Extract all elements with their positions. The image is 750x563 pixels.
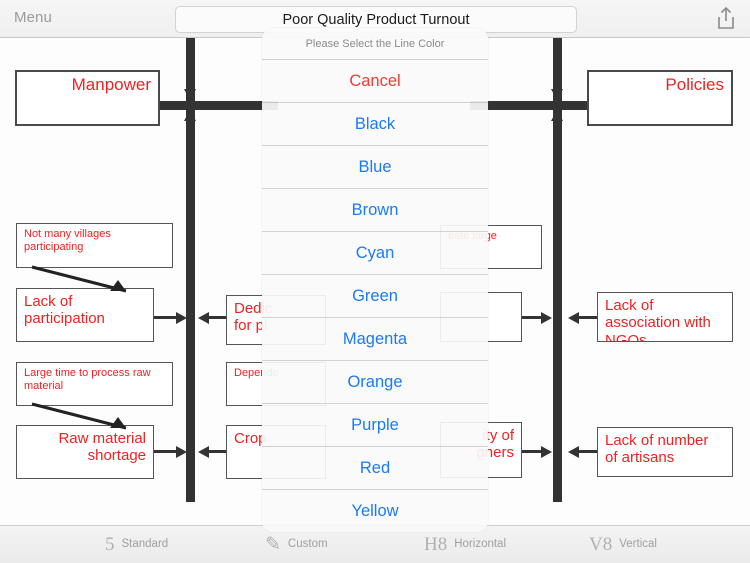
- cause-box-right-1-label: Lack of association with NGOs: [605, 297, 711, 342]
- action-sheet-option-label: Red: [359, 458, 391, 477]
- spine-arrow-right-down: [551, 89, 563, 100]
- line-color-action-sheet: Please Select the Line Color Cancel Black…: [262, 28, 488, 532]
- note-box-left-2-label: Large time to process raw material: [24, 367, 151, 392]
- spine-horizontal-left: [158, 101, 278, 110]
- action-sheet-options: Cancel Black Blue Brown Cyan Green Magenta Oran…: [262, 60, 488, 532]
- toolbar-item-vertical-label: Vertical: [619, 538, 657, 550]
- action-sheet-option-label: Cyan: [355, 243, 395, 262]
- toolbar-item-standard[interactable]: 5 Standard: [105, 530, 168, 558]
- toolbar-item-horizontal-label: Horizontal: [454, 538, 507, 550]
- diagonal-arrow-left-1: [31, 265, 127, 293]
- share-icon[interactable]: [714, 5, 738, 32]
- connector-arrow-right-inner-1: [541, 312, 552, 324]
- action-sheet-option-green[interactable]: Green: [262, 275, 488, 318]
- action-sheet-option-blue[interactable]: Blue: [262, 146, 488, 189]
- toolbar-item-standard-label: Standard: [121, 538, 169, 550]
- menu-button[interactable]: Menu: [14, 9, 52, 26]
- note-box-left-1-label: Not many villages participating: [24, 228, 111, 253]
- action-sheet-option-label: Brown: [351, 200, 399, 219]
- spine-arrow-right-up: [551, 110, 563, 121]
- connector-arrow-left-2: [176, 446, 187, 458]
- note-box-left-1[interactable]: Not many villages participating: [16, 223, 173, 268]
- toolbar-item-custom-label: Custom: [287, 538, 328, 550]
- connector-arrow-left-1: [176, 312, 187, 324]
- spine-arrow-left-up: [184, 110, 196, 121]
- connector-right-inner-2: [522, 450, 543, 453]
- cause-box-left-1-label: Lack of participation: [24, 293, 105, 328]
- share-icon-svg: [718, 6, 734, 29]
- cause-box-right-1[interactable]: Lack of association with NGOs: [597, 292, 733, 342]
- action-sheet-option-label: Yellow: [351, 501, 399, 520]
- note-box-left-2[interactable]: Large time to process raw material: [16, 362, 173, 406]
- toolbar-item-custom[interactable]: ✎ Custom: [265, 530, 328, 558]
- action-sheet-option-label: Green: [352, 286, 398, 305]
- action-sheet-option-label: Magenta: [342, 329, 408, 348]
- action-sheet-option-label: Orange: [347, 372, 403, 391]
- spine-vertical-right: [553, 37, 562, 502]
- spine-arrow-left-down: [184, 89, 196, 100]
- diagonal-arrow-left-2: [31, 402, 127, 430]
- toolbar-item-horizontal[interactable]: H8 Horizontal: [424, 530, 506, 558]
- connector-arrow-middle-1: [198, 312, 209, 324]
- action-sheet-option-label: Blue: [358, 157, 392, 176]
- action-sheet-option-yellow[interactable]: Yellow: [262, 490, 488, 532]
- spine-vertical-left: [186, 37, 195, 502]
- head-box-left[interactable]: Manpower: [15, 70, 160, 126]
- action-sheet-option-cyan[interactable]: Cyan: [262, 232, 488, 275]
- connector-arrow-right-2: [568, 446, 579, 458]
- spine-horizontal-right: [470, 101, 590, 110]
- action-sheet-option-red[interactable]: Red: [262, 447, 488, 490]
- connector-arrow-right-inner-2: [541, 446, 552, 458]
- action-sheet-option-magenta[interactable]: Magenta: [262, 318, 488, 361]
- head-box-right-label: Policies: [665, 75, 724, 94]
- action-sheet-option-brown[interactable]: Brown: [262, 189, 488, 232]
- connector-right-inner-1: [522, 316, 543, 319]
- pencil-icon: ✎: [265, 533, 281, 555]
- vertical-icon: V8: [589, 533, 613, 555]
- head-box-left-label: Manpower: [71, 75, 151, 94]
- connector-arrow-middle-2: [198, 446, 209, 458]
- diagram-title-text: Poor Quality Product Turnout: [282, 11, 470, 28]
- action-sheet-option-cancel[interactable]: Cancel: [262, 60, 488, 103]
- connector-left-2: [154, 450, 178, 453]
- connector-arrow-right-1: [568, 312, 579, 324]
- cause-box-left-2-label: Raw material shortage: [58, 430, 146, 465]
- action-sheet-title: Please Select the Line Color: [262, 28, 488, 60]
- connector-left-1: [154, 316, 178, 319]
- action-sheet-option-label: Cancel: [349, 71, 401, 90]
- head-box-right[interactable]: Policies: [587, 70, 733, 126]
- action-sheet-option-label: Black: [354, 114, 396, 133]
- horizontal-icon: H8: [424, 533, 448, 555]
- action-sheet-option-purple[interactable]: Purple: [262, 404, 488, 447]
- standard-icon: 5: [105, 533, 115, 555]
- action-sheet-option-label: Purple: [351, 415, 399, 434]
- cause-box-right-2[interactable]: Lack of number of artisans: [597, 427, 733, 477]
- action-sheet-option-orange[interactable]: Orange: [262, 361, 488, 404]
- action-sheet-option-black[interactable]: Black: [262, 103, 488, 146]
- cause-box-right-2-label: Lack of number of artisans: [605, 432, 709, 467]
- toolbar-item-vertical[interactable]: V8 Vertical: [589, 530, 657, 558]
